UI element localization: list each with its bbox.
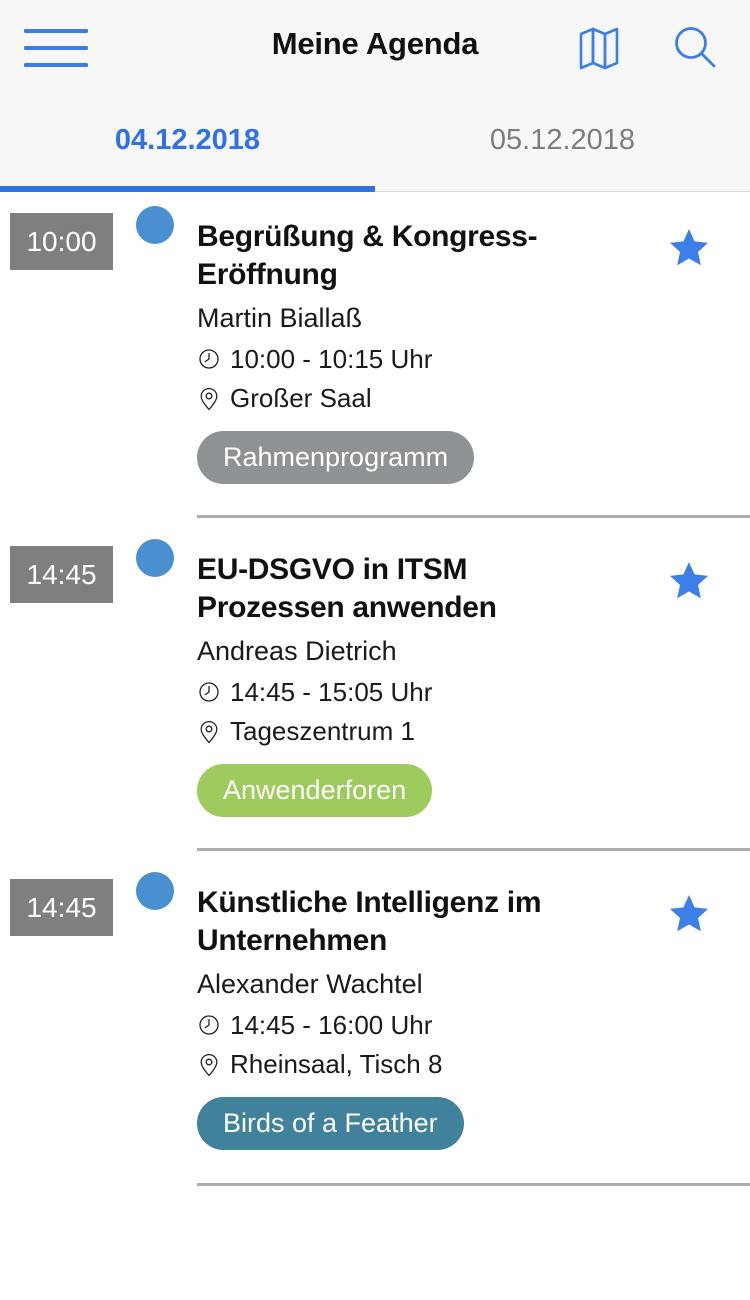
clock-icon xyxy=(197,347,221,371)
event-time-badge: 14:45 xyxy=(10,879,113,936)
event-location: Großer Saal xyxy=(230,383,372,414)
event-title: EU-DSGVO in ITSM Prozessen anwenden xyxy=(197,553,497,625)
top-app-bar: Meine Agenda xyxy=(0,0,750,95)
page-title: Meine Agenda xyxy=(271,26,479,61)
event-location: Rheinsaal, Tisch 8 xyxy=(230,1049,443,1080)
clock-icon xyxy=(197,680,221,704)
event-time-range: 14:45 - 16:00 Uhr xyxy=(230,1009,433,1040)
location-pin-icon xyxy=(197,387,221,411)
star-icon[interactable] xyxy=(668,226,710,268)
event-category-tag[interactable]: Birds of a Feather xyxy=(197,1096,464,1150)
date-tabs: 04.12.2018 05.12.2018 xyxy=(0,95,750,192)
event-time-range: 14:45 - 15:05 Uhr xyxy=(230,676,433,707)
search-icon[interactable] xyxy=(665,18,725,78)
event-divider xyxy=(197,848,750,851)
event-location-row: Rheinsaal, Tisch 8 xyxy=(197,1048,750,1081)
star-icon[interactable] xyxy=(668,892,710,934)
event-location-row: Tageszentrum 1 xyxy=(197,715,750,748)
tab-label: 04.12.2018 xyxy=(114,123,261,156)
event-speaker: Andreas Dietrich xyxy=(197,635,397,666)
location-pin-icon xyxy=(197,720,221,744)
event-category-tag[interactable]: Anwenderforen xyxy=(197,763,433,817)
event-time-range: 10:00 - 10:15 Uhr xyxy=(230,343,433,374)
timeline-dot xyxy=(136,872,174,910)
star-icon[interactable] xyxy=(668,559,710,601)
event-divider xyxy=(197,1183,750,1186)
timeline-dot xyxy=(136,206,174,244)
tab-label: 05.12.2018 xyxy=(489,123,636,156)
event-title: Künstliche Intelligenz im Unternehmen xyxy=(197,886,542,958)
event-location: Tageszentrum 1 xyxy=(230,716,415,747)
event-location-row: Großer Saal xyxy=(197,382,750,415)
event-speaker: Martin Biallaß xyxy=(197,302,363,333)
event-time-badge: 10:00 xyxy=(10,213,113,270)
agenda-event-list: 10:00 Begrüßung & Kongress-Eröffnung Mar… xyxy=(0,193,750,1300)
event-category-tag[interactable]: Rahmenprogramm xyxy=(197,430,475,484)
clock-icon xyxy=(197,1013,221,1037)
event-time-row: 14:45 - 16:00 Uhr xyxy=(197,1009,750,1042)
tab-date-05-12-2018[interactable]: 05.12.2018 xyxy=(375,95,750,191)
event-time-row: 10:00 - 10:15 Uhr xyxy=(197,343,750,376)
timeline-dot xyxy=(136,539,174,577)
tab-date-04-12-2018[interactable]: 04.12.2018 xyxy=(0,95,375,192)
map-icon[interactable] xyxy=(572,18,632,78)
event-divider xyxy=(197,515,750,518)
event-title: Begrüßung & Kongress-Eröffnung xyxy=(197,220,538,292)
location-pin-icon xyxy=(197,1053,221,1077)
event-time-badge: 14:45 xyxy=(10,546,113,603)
event-time-row: 14:45 - 15:05 Uhr xyxy=(197,676,750,709)
agenda-screen: Meine Agenda 04.12.2018 05.12.2018 10:00… xyxy=(0,0,750,1300)
event-speaker: Alexander Wachtel xyxy=(197,968,423,999)
menu-bar-3 xyxy=(24,63,88,67)
